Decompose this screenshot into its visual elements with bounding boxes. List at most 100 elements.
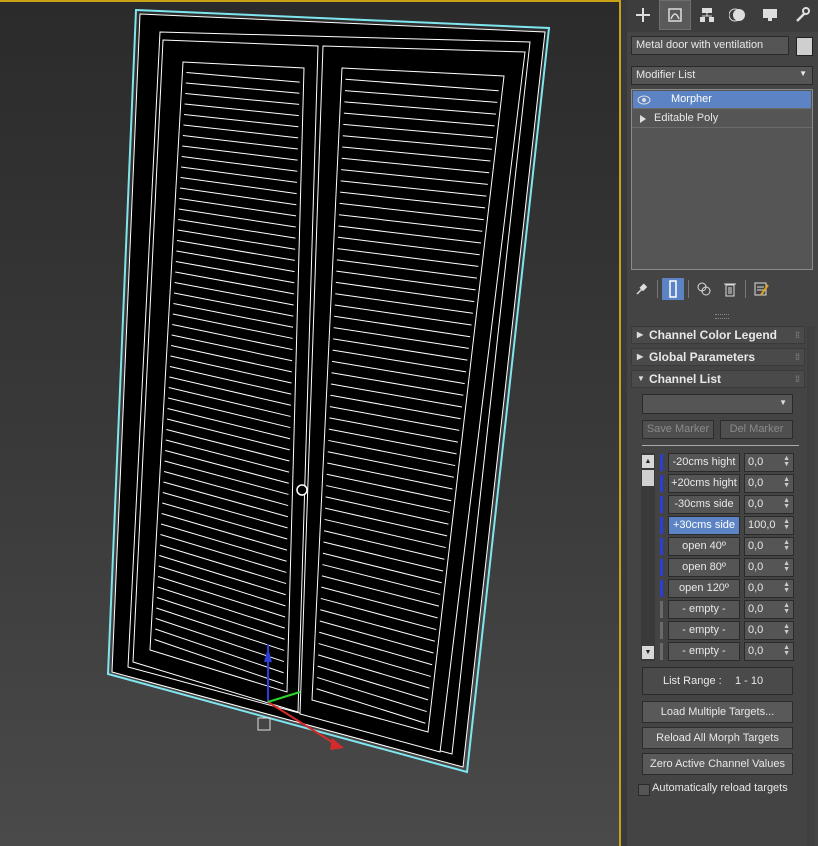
channel-name-button[interactable]: +20cms hight <box>668 474 740 493</box>
channel-value-spinner[interactable]: 0,0 ▲ ▼ <box>744 453 794 472</box>
spinner-arrows-icon[interactable]: ▲ ▼ <box>783 518 790 531</box>
channel-name-button[interactable]: +30cms side <box>668 516 740 535</box>
channel-value: 0,0 <box>748 498 764 510</box>
expand-triangle-icon: ▶ <box>637 352 644 361</box>
channel-value-spinner[interactable]: 0,0 ▲ ▼ <box>744 495 794 514</box>
channel-color-indicator <box>660 601 663 618</box>
hierarchy-tab[interactable] <box>691 0 723 30</box>
perspective-viewport[interactable] <box>0 0 621 846</box>
make-unique-button[interactable] <box>693 278 715 300</box>
stack-item-morpher[interactable]: Morpher <box>633 91 811 109</box>
utilities-tab[interactable] <box>786 0 818 30</box>
utilities-wrench-icon <box>796 7 811 22</box>
hierarchy-icon <box>699 8 714 22</box>
zero-active-channel-values-button[interactable]: Zero Active Channel Values <box>642 753 793 775</box>
object-color-swatch[interactable] <box>796 37 813 56</box>
create-plus-icon <box>635 8 650 22</box>
channel-row: - empty - 0,0 ▲ ▼ <box>660 621 796 640</box>
channel-name-button[interactable]: open 120º <box>668 579 740 598</box>
channel-name-button[interactable]: -30cms side <box>668 495 740 514</box>
show-end-result-button[interactable] <box>662 278 684 300</box>
rollout-global-parameters[interactable]: ▶ Global Parameters ⁞⁞ <box>631 348 805 366</box>
list-range-value: 1 - 10 <box>735 675 764 687</box>
spinner-arrows-icon[interactable]: ▲ ▼ <box>783 497 790 510</box>
scroll-thumb[interactable] <box>642 470 654 486</box>
modify-tab[interactable] <box>658 0 691 30</box>
panel-drag-grip[interactable] <box>715 314 729 319</box>
reload-all-morph-targets-button[interactable]: Reload All Morph Targets <box>642 727 793 749</box>
create-tab[interactable] <box>627 0 659 30</box>
pin-stack-button[interactable] <box>631 278 653 300</box>
spinner-arrows-icon[interactable]: ▲ ▼ <box>783 581 790 594</box>
stack-item-label: Editable Poly <box>654 112 719 124</box>
channel-value: 0,0 <box>748 540 764 552</box>
command-panel-tabs <box>627 0 818 32</box>
save-marker-button[interactable]: Save Marker <box>642 420 714 439</box>
scroll-up-icon[interactable]: ▲ <box>642 455 654 468</box>
scroll-down-icon[interactable]: ▼ <box>642 646 654 659</box>
rollout-grip-icon: ⁞⁞ <box>795 374 800 384</box>
del-marker-button[interactable]: Del Marker <box>720 420 793 439</box>
motion-tab[interactable] <box>723 0 755 30</box>
collapse-triangle-icon: ▼ <box>637 374 645 383</box>
channel-value: 0,0 <box>748 477 764 489</box>
spinner-arrows-icon[interactable]: ▲ ▼ <box>783 623 790 636</box>
expand-triangle-icon[interactable] <box>636 110 650 127</box>
channel-value: 0,0 <box>748 561 764 573</box>
channel-value-spinner[interactable]: 100,0 ▲ ▼ <box>744 516 794 535</box>
display-icon <box>763 9 778 21</box>
channel-color-indicator <box>660 517 663 534</box>
toolbar-divider <box>745 280 746 298</box>
spinner-arrows-icon[interactable]: ▲ ▼ <box>783 560 790 573</box>
channel-value-spinner[interactable]: 0,0 ▲ ▼ <box>744 474 794 493</box>
door-wireframe-scene <box>106 8 551 774</box>
channel-value-spinner[interactable]: 0,0 ▲ ▼ <box>744 600 794 619</box>
channel-value-spinner[interactable]: 0,0 ▲ ▼ <box>744 621 794 640</box>
channel-name-button[interactable]: - empty - <box>668 621 740 640</box>
auto-reload-checkbox[interactable] <box>638 784 650 796</box>
display-tab[interactable] <box>754 0 786 30</box>
channel-name-button[interactable]: -20cms hight <box>668 453 740 472</box>
channel-row: open 40º 0,0 ▲ ▼ <box>660 537 796 556</box>
rollout-channel-list[interactable]: ▼ Channel List ⁞⁞ <box>631 370 805 388</box>
remove-modifier-button[interactable] <box>719 278 741 300</box>
trash-icon <box>724 283 736 297</box>
channel-row: - empty - 0,0 ▲ ▼ <box>660 600 796 619</box>
channel-name-button[interactable]: open 80º <box>668 558 740 577</box>
spinner-arrows-icon[interactable]: ▲ ▼ <box>783 602 790 615</box>
channel-color-indicator <box>660 538 663 555</box>
channel-row: -20cms hight 0,0 ▲ ▼ <box>660 453 796 472</box>
object-name-input[interactable]: Metal door with ventilation <box>631 36 789 55</box>
channel-name-button[interactable]: - empty - <box>668 642 740 661</box>
chevron-down-icon: ▼ <box>799 69 807 78</box>
channel-row: - empty - 0,0 ▲ ▼ <box>660 642 796 661</box>
eye-icon[interactable] <box>637 91 651 108</box>
rollout-title: Channel Color Legend <box>649 328 778 342</box>
modifier-list-label: Modifier List <box>636 69 696 81</box>
channel-name-button[interactable]: - empty - <box>668 600 740 619</box>
divider <box>642 445 799 446</box>
channel-name-button[interactable]: open 40º <box>668 537 740 556</box>
channel-value: 0,0 <box>748 456 764 468</box>
stack-item-editable-poly[interactable]: Editable Poly <box>632 110 812 128</box>
channel-value-spinner[interactable]: 0,0 ▲ ▼ <box>744 579 794 598</box>
list-range-box: List Range : 1 - 10 <box>642 667 793 695</box>
channel-value-spinner[interactable]: 0,0 ▲ ▼ <box>744 558 794 577</box>
channel-list-scrollbar[interactable]: ▲ ▼ <box>641 453 655 661</box>
spinner-arrows-icon[interactable]: ▲ ▼ <box>783 455 790 468</box>
channel-value: 100,0 <box>748 519 776 531</box>
channel-value-spinner[interactable]: 0,0 ▲ ▼ <box>744 642 794 661</box>
channel-value: 0,0 <box>748 624 764 636</box>
marker-dropdown[interactable]: ▼ <box>642 394 793 414</box>
spinner-arrows-icon[interactable]: ▲ ▼ <box>783 476 790 489</box>
load-multiple-targets-button[interactable]: Load Multiple Targets... <box>642 701 793 723</box>
modifier-list-dropdown[interactable]: Modifier List ▼ <box>631 66 813 85</box>
spinner-arrows-icon[interactable]: ▲ ▼ <box>783 539 790 552</box>
panel-scrollbar[interactable] <box>807 326 815 846</box>
channel-value-spinner[interactable]: 0,0 ▲ ▼ <box>744 537 794 556</box>
spinner-arrows-icon[interactable]: ▲ ▼ <box>783 644 790 657</box>
toolbar-divider <box>657 280 658 298</box>
configure-modifier-sets-button[interactable] <box>750 278 772 300</box>
channel-color-indicator <box>660 454 663 471</box>
rollout-channel-color-legend[interactable]: ▶ Channel Color Legend ⁞⁞ <box>631 326 805 344</box>
